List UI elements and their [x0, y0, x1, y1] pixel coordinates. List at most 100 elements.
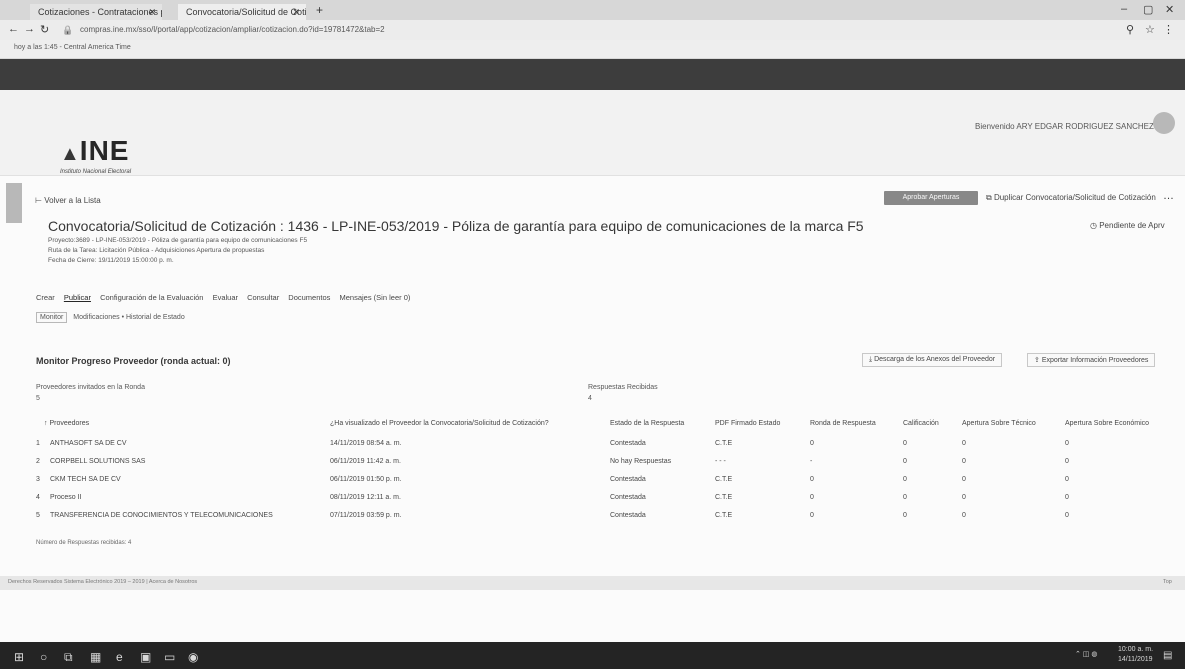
modificaciones-link[interactable]: Modificaciones: [73, 314, 119, 321]
viewed-date: 07/11/2019 03:59 p. m.: [330, 512, 402, 519]
clock-date[interactable]: 14/11/2019: [1118, 656, 1153, 663]
table-row: 5 TRANSFERENCIA DE CONOCIMIENTOS Y TELEC…: [0, 512, 1185, 530]
responses-label: Respuestas Recibidas: [588, 384, 658, 391]
supplier-link[interactable]: Proceso II: [50, 494, 82, 501]
tab-documentos[interactable]: Documentos: [288, 293, 330, 302]
pdf-status: C.T.E: [715, 494, 733, 501]
response-status: Contestada: [610, 494, 646, 501]
col-ronda[interactable]: Ronda de Respuesta: [810, 420, 876, 427]
response-status: Contestada: [610, 440, 646, 447]
avatar[interactable]: [1153, 112, 1175, 134]
response-status: Contestada: [610, 512, 646, 519]
tray-icons[interactable]: ⌃ ◫ ◍: [1075, 650, 1097, 658]
econ-open: 0: [1065, 476, 1069, 483]
browser-tabbar: Cotizaciones - Contrataciones pú ✕ Convo…: [0, 0, 1185, 20]
download-attachments-button[interactable]: ⤓ Descarga de los Anexos del Proveedor: [862, 353, 1003, 367]
star-icon[interactable]: ☆: [1145, 23, 1155, 36]
export-icon: ⇪: [1034, 357, 1040, 364]
col-visualizado[interactable]: ¿Ha visualizado el Proveedor la Convocat…: [330, 420, 549, 427]
tab-consultar[interactable]: Consultar: [247, 293, 279, 302]
supplier-link[interactable]: TRANSFERENCIA DE CONOCIMIENTOS Y TELECOM…: [50, 512, 273, 519]
tab-crear[interactable]: Crear: [36, 293, 55, 302]
explorer-icon[interactable]: ▭: [164, 650, 175, 664]
url-input[interactable]: compras.ine.mx/sso/l/portal/app/cotizaci…: [80, 25, 385, 34]
viewed-date: 06/11/2019 11:42 a. m.: [330, 458, 401, 465]
section-title: Monitor Progreso Proveedor (ronda actual…: [36, 356, 231, 366]
historial-link[interactable]: Historial de Estado: [126, 314, 185, 321]
close-window-icon[interactable]: ✕: [1165, 3, 1174, 16]
duplicate-label: Duplicar Convocatoria/Solicitud de Cotiz…: [993, 193, 1156, 202]
new-tab-icon[interactable]: +: [316, 3, 323, 17]
minimize-icon[interactable]: –: [1121, 3, 1127, 15]
meta-route: Ruta de la Tarea: Licitación Pública - A…: [48, 247, 265, 254]
supplier-link[interactable]: CKM TECH SA DE CV: [50, 476, 121, 483]
close-icon[interactable]: ✕: [292, 4, 300, 20]
back-arrow-icon[interactable]: ←: [8, 23, 19, 35]
tech-open: 0: [962, 458, 966, 465]
browser-tab-active[interactable]: Convocatoria/Solicitud de Cotiz ✕: [178, 4, 306, 20]
col-calificacion[interactable]: Calificación: [903, 420, 939, 427]
tab-evaluar[interactable]: Evaluar: [213, 293, 238, 302]
zoom-icon[interactable]: ⚲: [1126, 23, 1134, 36]
footer-text: Derechos Reservados Sistema Electrónico …: [8, 579, 198, 585]
duplicate-link[interactable]: ⧉ Duplicar Convocatoria/Solicitud de Cot…: [986, 193, 1156, 203]
viewed-date: 08/11/2019 12:11 a. m.: [330, 494, 401, 501]
back-icon: ⊢: [35, 196, 42, 205]
top-link[interactable]: Top: [1163, 579, 1172, 585]
clock-time[interactable]: 10:00 a. m.: [1118, 646, 1153, 653]
tech-open: 0: [962, 512, 966, 519]
app-header: ▲INE Instituto Nacional Electoral Bienve…: [0, 90, 1185, 176]
more-actions-icon[interactable]: …: [1163, 190, 1174, 202]
task-view-icon[interactable]: ⧉: [64, 650, 73, 665]
econ-open: 0: [1065, 458, 1069, 465]
status-badge: ◷ Pendiente de Aprv: [1090, 221, 1165, 230]
search-icon[interactable]: ○: [40, 650, 47, 664]
responses-count-note: Número de Respuestas recibidas: 4: [36, 540, 132, 546]
supplier-link[interactable]: CORPBELL SOLUTIONS SAS: [50, 458, 145, 465]
tab-bar: Crear Publicar Configuración de la Evalu…: [36, 293, 417, 302]
econ-open: 0: [1065, 494, 1069, 501]
forward-arrow-icon[interactable]: →: [24, 23, 35, 35]
logo-subtitle: Instituto Nacional Electoral: [60, 169, 132, 175]
back-to-list-link[interactable]: ⊢ Volver a la Lista: [35, 196, 101, 205]
status-label: Pendiente de Aprv: [1099, 221, 1165, 230]
menu-icon[interactable]: ⋮: [1163, 23, 1174, 36]
side-panel-handle[interactable]: [6, 183, 22, 223]
chrome-icon[interactable]: ◉: [188, 650, 198, 664]
supplier-link[interactable]: ANTHASOFT SA DE CV: [50, 440, 127, 447]
calculator-icon[interactable]: ▦: [90, 650, 101, 664]
edge-icon[interactable]: e: [116, 650, 123, 664]
close-icon[interactable]: ✕: [148, 4, 156, 20]
monitor-button[interactable]: Monitor: [36, 312, 68, 323]
browser-tab[interactable]: Cotizaciones - Contrataciones pú ✕: [30, 4, 162, 20]
table-row: 2 CORPBELL SOLUTIONS SAS 06/11/2019 11:4…: [0, 458, 1185, 476]
notifications-icon[interactable]: ▤: [1163, 650, 1172, 661]
col-proveedores[interactable]: ↑ Proveedores: [44, 420, 89, 427]
col-sobre-economico[interactable]: Apertura Sobre Económico: [1065, 420, 1149, 427]
col-pdf[interactable]: PDF Firmado Estado: [715, 420, 780, 427]
windows-start-icon[interactable]: ⊞: [14, 650, 24, 664]
bookmark-item[interactable]: hoy a las 1:45 - Central America Time: [14, 44, 131, 51]
maximize-icon[interactable]: ▢: [1143, 3, 1153, 16]
round: -: [810, 458, 813, 465]
ine-logo[interactable]: ▲INE Instituto Nacional Electoral: [60, 135, 131, 175]
round: 0: [810, 494, 814, 501]
meta-project: Proyecto:3689 - LP-INE-053/2019 - Póliza…: [48, 237, 308, 244]
status-icon: ◷: [1090, 221, 1097, 230]
viewed-date: 14/11/2019 08:54 a. m.: [330, 440, 402, 447]
tab-configuracion[interactable]: Configuración de la Evaluación: [100, 293, 203, 302]
pdf-status: C.T.E: [715, 512, 733, 519]
col-estado[interactable]: Estado de la Respuesta: [610, 420, 684, 427]
tab-publicar[interactable]: Publicar: [64, 293, 91, 302]
store-icon[interactable]: ▣: [140, 650, 151, 664]
row-number: 2: [36, 458, 40, 465]
response-status: Contestada: [610, 476, 646, 483]
row-number: 4: [36, 494, 40, 501]
export-button[interactable]: ⇪ Exportar Información Proveedores: [1027, 353, 1156, 367]
approve-button[interactable]: Aprobar Aperturas: [884, 191, 978, 205]
logo-text: INE: [79, 135, 130, 166]
reload-icon[interactable]: ↻: [40, 23, 49, 36]
col-sobre-tecnico[interactable]: Apertura Sobre Técnico: [962, 420, 1036, 427]
tab-mensajes[interactable]: Mensajes (Sin leer 0): [340, 293, 411, 302]
responses-value: 4: [588, 395, 592, 402]
